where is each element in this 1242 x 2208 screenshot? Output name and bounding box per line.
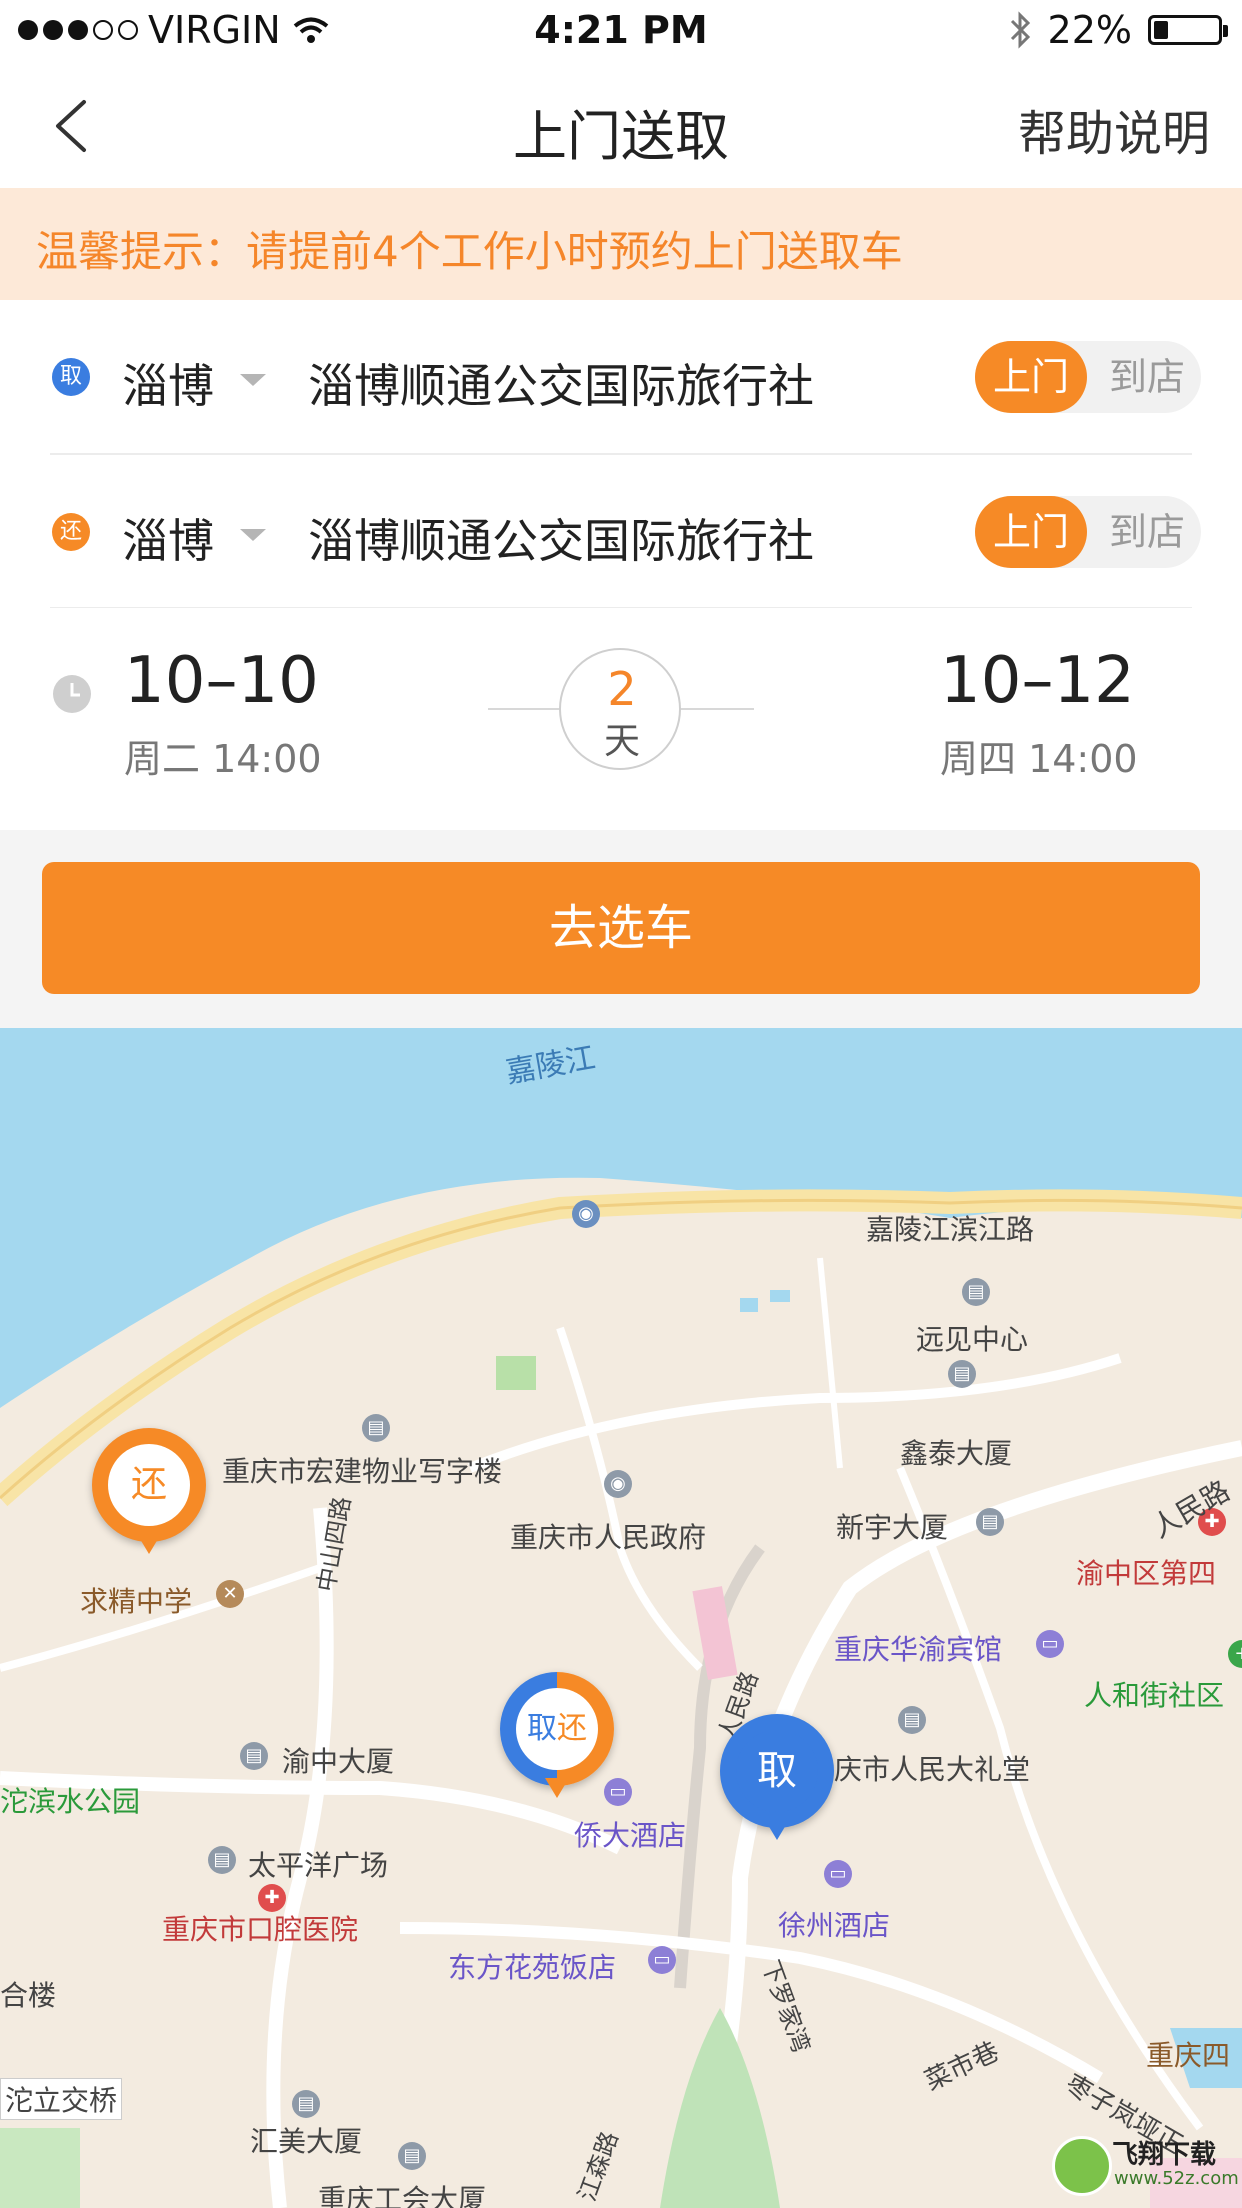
start-date[interactable]: 10–10 (124, 644, 319, 718)
building-icon: ▤ (240, 1742, 268, 1770)
place-label: 东方花苑饭店 (448, 1951, 617, 1984)
pickup-mode-toggle[interactable]: 上门 到店 (975, 341, 1201, 413)
place-label: 鑫泰大厦 (900, 1437, 1013, 1470)
return-city-caret-icon[interactable] (240, 529, 266, 541)
battery-percent: 22% (1047, 8, 1132, 52)
pickup-address[interactable]: 淄博顺通公交国际旅行社 (308, 350, 814, 416)
hotel-icon: ▭ (1036, 1630, 1064, 1658)
place-label: 求精中学 (80, 1585, 193, 1618)
building-icon: ▤ (948, 1360, 976, 1388)
map-view[interactable]: ◉ ▤ ▤ ▤ ◉ ▤ ✚ ✕ ▭ + ▤ ▤ ▭ ▤ ▭ ✚ ▭ ▤ ▤ 嘉陵… (0, 1028, 1242, 2208)
pickup-city-select[interactable]: 淄博 (122, 350, 214, 416)
hotel-icon: ▭ (824, 1860, 852, 1888)
action-area: 去选车 (0, 830, 1242, 1028)
duration-days: 2 (607, 662, 637, 716)
logo-icon (1052, 2136, 1112, 2196)
place-label: 重庆四 (1146, 2039, 1231, 2072)
return-map-pin[interactable]: 还 (92, 1428, 206, 1562)
school-icon: ✕ (216, 1580, 244, 1608)
place-label: 重庆工会大厦 (318, 2183, 487, 2208)
return-pin-label: 还 (108, 1444, 190, 1526)
metro-icon: ◉ (572, 1200, 600, 1228)
place-label: 重庆市宏建物业写字楼 (222, 1455, 503, 1488)
start-weekday-time: 周二 14:00 (124, 737, 322, 781)
duration-line-left (488, 708, 562, 710)
pickup-pin-label: 取 (736, 1730, 818, 1812)
watermark-text: 飞翔下载 (1112, 2140, 1217, 2170)
place-label: 重庆华渝宾馆 (834, 1633, 1003, 1666)
duration-unit: 天 (603, 721, 640, 762)
place-label: 侨大酒店 (574, 1819, 687, 1852)
duration-circle: 2 天 (559, 648, 681, 770)
place-label: 太平洋广场 (248, 1849, 389, 1882)
pickup-store-option[interactable]: 到店 (1093, 341, 1201, 413)
end-weekday-time: 周四 14:00 (940, 737, 1138, 781)
combo-pin-return-label: 还 (557, 1711, 587, 1746)
pickup-city-caret-icon[interactable] (240, 374, 266, 386)
place-label: 沱立交桥 (0, 2078, 123, 2120)
return-store-option[interactable]: 到店 (1093, 496, 1201, 568)
place-label: 庆市人民大礼堂 (834, 1753, 1031, 1786)
clock-icon (53, 675, 91, 713)
hotel-icon: ▭ (648, 1946, 676, 1974)
place-label: 远见中心 (916, 1323, 1029, 1356)
building-icon: ▤ (898, 1706, 926, 1734)
status-bar: VIRGIN 4:21 PM 22% (0, 0, 1242, 64)
bluetooth-icon (1010, 11, 1030, 49)
battery-icon (1148, 15, 1228, 45)
watermark-url: www.52z.com (1114, 2168, 1239, 2189)
watermark-logo: 飞翔下载 www.52z.com (1052, 2130, 1239, 2200)
return-city-select[interactable]: 淄博 (122, 505, 214, 571)
place-label: 渝中区第四 (1076, 1557, 1217, 1590)
pickup-badge: 取 (52, 358, 90, 396)
place-label: 渝中大厦 (282, 1745, 395, 1778)
end-date[interactable]: 10–12 (940, 644, 1135, 718)
nav-bar: 上门送取 帮助说明 (0, 64, 1242, 188)
park-area (660, 2008, 780, 2208)
place-label: 新宇大厦 (836, 1511, 949, 1544)
return-door-option[interactable]: 上门 (975, 496, 1087, 568)
place-label: 汇美大厦 (250, 2125, 363, 2158)
return-address[interactable]: 淄博顺通公交国际旅行社 (308, 505, 814, 571)
place-label: 重庆市人民政府 (510, 1521, 707, 1554)
place-label: 合楼 (0, 1979, 57, 2012)
building-icon: ▤ (292, 2090, 320, 2118)
select-car-button[interactable]: 去选车 (42, 862, 1200, 994)
place-label: 人和街社区 (1084, 1679, 1225, 1712)
return-badge: 还 (52, 513, 90, 551)
building-icon: ▤ (962, 1278, 990, 1306)
help-button[interactable]: 帮助说明 (1018, 94, 1210, 164)
pickup-map-pin[interactable]: 取 (720, 1714, 834, 1848)
combo-pin-pickup-label: 取 (527, 1711, 557, 1746)
building-icon: ▤ (208, 1846, 236, 1874)
return-row: 还 淄博 淄博顺通公交国际旅行社 上门 到店 (0, 455, 1242, 609)
date-row[interactable]: 10–10 周二 14:00 2 天 10–12 周四 14:00 (0, 608, 1242, 830)
building-icon: ▤ (976, 1508, 1004, 1536)
duration-line-right (680, 708, 754, 710)
building-icon: ▤ (362, 1414, 390, 1442)
place-label: 重庆市口腔医院 (162, 1913, 359, 1946)
tips-banner: 温馨提示：请提前4个工作小时预约上门送取车 (0, 188, 1242, 300)
combo-map-pin[interactable]: 取还 (500, 1672, 614, 1806)
place-label: 徐州酒店 (778, 1909, 891, 1942)
pickup-door-option[interactable]: 上门 (975, 341, 1087, 413)
pickup-row: 取 淄博 淄博顺通公交国际旅行社 上门 到店 (0, 300, 1242, 454)
government-icon: ◉ (604, 1470, 632, 1498)
road-label: 嘉陵江滨江路 (866, 1213, 1035, 1246)
tips-text: 温馨提示：请提前4个工作小时预约上门送取车 (36, 227, 903, 276)
return-mode-toggle[interactable]: 上门 到店 (975, 496, 1201, 568)
status-right: 22% (1008, 8, 1228, 52)
place-label: 沱滨水公园 (0, 1785, 141, 1818)
building-icon: ▤ (398, 2142, 426, 2170)
